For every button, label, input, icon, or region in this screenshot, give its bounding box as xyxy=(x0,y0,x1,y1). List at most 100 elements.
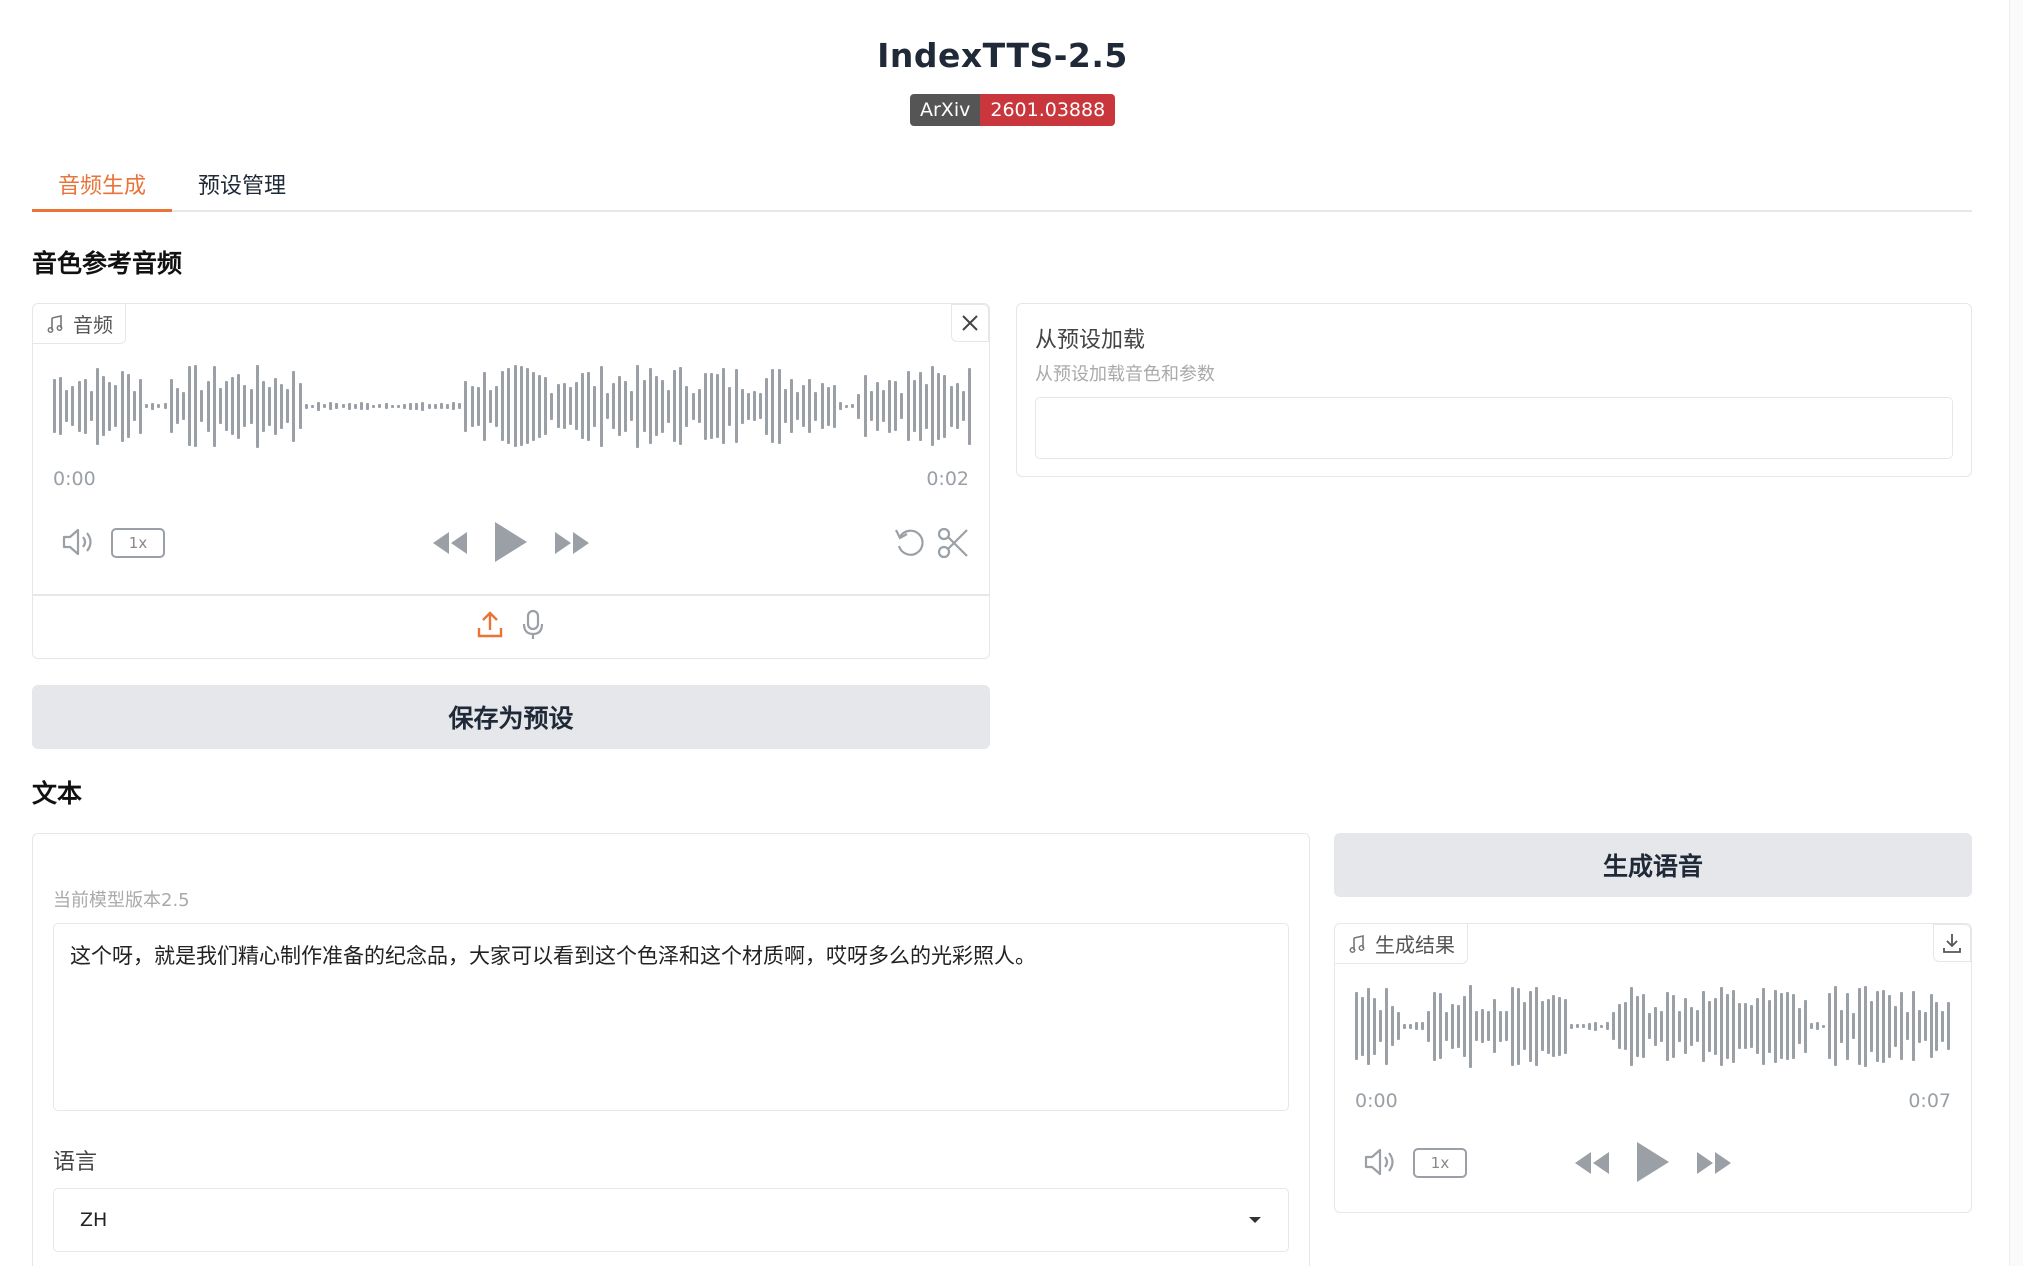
waveform-bar xyxy=(753,391,757,421)
badge-label: ArXiv xyxy=(910,94,981,126)
play-icon[interactable] xyxy=(1633,1140,1671,1184)
waveform-bar xyxy=(1672,994,1676,1058)
waveform-bar xyxy=(126,374,130,438)
save-preset-button[interactable]: 保存为预设 xyxy=(32,685,990,749)
ref-waveform[interactable] xyxy=(53,364,971,448)
waveform-bar xyxy=(679,367,683,445)
waveform-bar xyxy=(734,369,738,443)
waveform-bar xyxy=(274,377,278,435)
waveform-bar xyxy=(875,381,879,431)
waveform-bar xyxy=(1815,1022,1819,1030)
result-waveform[interactable] xyxy=(1355,984,1951,1068)
undo-icon[interactable] xyxy=(893,526,927,560)
waveform-bar xyxy=(1857,987,1861,1065)
waveform-bar xyxy=(937,372,941,440)
waveform-bar xyxy=(421,401,425,411)
waveform-bar xyxy=(298,383,302,429)
waveform-bar xyxy=(360,402,364,410)
waveform-bar xyxy=(648,368,652,444)
text-input[interactable]: 这个呀，就是我们精心制作准备的纪念品，大家可以看到这个色泽和这个材质啊，哎呀多么… xyxy=(53,923,1289,1111)
waveform-bar xyxy=(1528,990,1532,1062)
waveform-bar xyxy=(1911,991,1915,1061)
waveform-bar xyxy=(918,371,922,441)
waveform-bar xyxy=(660,379,664,433)
waveform-bar xyxy=(206,380,210,432)
waveform-bar xyxy=(1809,1023,1813,1029)
waveform-bar xyxy=(1827,993,1831,1059)
play-icon[interactable] xyxy=(491,520,529,564)
waveform-bar xyxy=(1588,1022,1592,1030)
clear-audio-button[interactable] xyxy=(951,304,989,342)
arxiv-badge[interactable]: ArXiv 2601.03888 xyxy=(910,94,1116,126)
waveform-bar xyxy=(789,379,793,433)
preset-panel: 从预设加载 从预设加载音色和参数 xyxy=(1016,303,1972,477)
scissors-icon[interactable] xyxy=(937,526,969,560)
rewind-icon[interactable] xyxy=(431,530,469,556)
waveform-bar xyxy=(924,383,928,429)
waveform-bar xyxy=(894,381,898,431)
waveform-bar xyxy=(703,372,707,440)
tab-audio-generation[interactable]: 音频生成 xyxy=(32,168,173,212)
waveform-bar xyxy=(261,380,265,432)
waveform-bar xyxy=(1355,992,1358,1060)
waveform-bar xyxy=(65,390,69,422)
waveform-bar xyxy=(728,386,732,426)
fast-forward-icon[interactable] xyxy=(1695,1150,1733,1176)
waveform-bar xyxy=(1360,996,1364,1056)
waveform-bar xyxy=(1905,1012,1909,1040)
waveform-bar xyxy=(1564,998,1568,1054)
language-select[interactable]: ZH xyxy=(53,1188,1289,1252)
waveform-bar xyxy=(1917,1009,1921,1043)
scrollbar[interactable] xyxy=(2009,0,2023,1266)
waveform-bar xyxy=(1474,1011,1478,1041)
tab-preset-management[interactable]: 预设管理 xyxy=(172,168,312,212)
waveform-bar xyxy=(967,367,971,445)
waveform-bar xyxy=(1761,987,1765,1065)
preset-label: 从预设加载 xyxy=(1035,328,1146,353)
upload-icon[interactable] xyxy=(476,610,504,640)
ref-playback-rate[interactable]: 1x xyxy=(111,528,165,558)
ref-time-start: 0:00 xyxy=(53,468,96,490)
download-button[interactable] xyxy=(1933,924,1971,962)
waveform-bar xyxy=(759,393,763,419)
microphone-icon[interactable] xyxy=(521,609,545,641)
ref-audio-panel: 音频 0:00 0:02 1x xyxy=(32,303,990,659)
waveform-bar xyxy=(108,381,112,431)
preset-dropdown[interactable] xyxy=(1035,397,1953,459)
waveform-bar xyxy=(845,404,849,408)
waveform-bar xyxy=(1947,1002,1951,1050)
volume-icon[interactable] xyxy=(1363,1146,1399,1178)
waveform-bar xyxy=(353,403,357,409)
volume-icon[interactable] xyxy=(61,526,97,558)
waveform-bar xyxy=(409,402,413,410)
waveform-bar xyxy=(1462,995,1466,1057)
waveform-bar xyxy=(556,384,560,428)
waveform-bar xyxy=(1797,1008,1801,1044)
waveform-bar xyxy=(200,390,204,422)
waveform-bar xyxy=(820,383,824,429)
waveform-bar xyxy=(1863,985,1867,1067)
rewind-icon[interactable] xyxy=(1573,1150,1611,1176)
waveform-bar xyxy=(1881,989,1885,1063)
language-label: 语言 xyxy=(53,1150,98,1175)
waveform-bar xyxy=(1785,992,1789,1060)
waveform-bar xyxy=(851,404,855,408)
waveform-bar xyxy=(237,373,241,439)
fast-forward-icon[interactable] xyxy=(553,530,591,556)
generate-speech-button[interactable]: 生成语音 xyxy=(1334,833,1972,897)
waveform-bar xyxy=(746,392,750,420)
waveform-bar xyxy=(1450,1003,1454,1049)
waveform-bar xyxy=(1666,991,1670,1061)
waveform-bar xyxy=(132,391,136,421)
waveform-bar xyxy=(525,368,529,444)
waveform-bar xyxy=(802,385,806,427)
text-heading: 文本 xyxy=(32,779,83,808)
result-playback-rate[interactable]: 1x xyxy=(1413,1148,1467,1178)
waveform-bar xyxy=(1504,1011,1508,1041)
waveform-bar xyxy=(1743,1003,1747,1049)
waveform-bar xyxy=(335,403,339,409)
waveform-bar xyxy=(77,380,81,432)
waveform-bar xyxy=(495,385,499,427)
waveform-bar xyxy=(138,378,142,434)
waveform-bar xyxy=(544,377,548,435)
